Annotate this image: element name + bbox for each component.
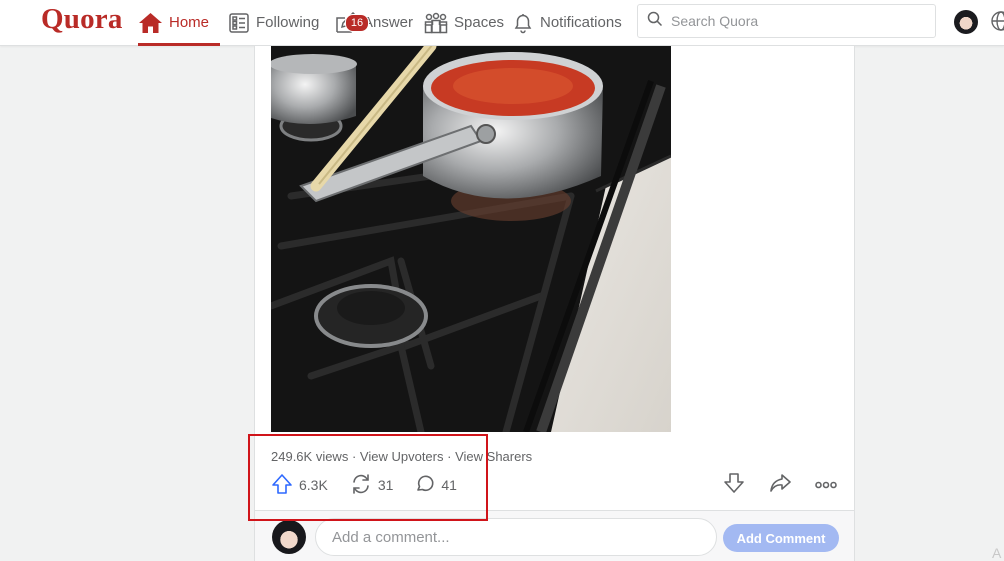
upvote-button[interactable]: 6.3K (271, 473, 328, 498)
nav-answer[interactable]: 16 Answer (335, 0, 413, 45)
add-comment-button[interactable]: Add Comment (723, 524, 839, 552)
search-box[interactable] (637, 4, 936, 38)
globe-icon[interactable] (990, 10, 1004, 32)
upvote-count: 6.3K (299, 477, 328, 493)
share-external-button[interactable] (768, 473, 792, 497)
reshare-icon (350, 473, 372, 498)
nav-notifications[interactable]: Notifications (512, 0, 622, 45)
search-icon (647, 11, 663, 32)
profile-avatar[interactable] (954, 10, 978, 34)
answer-notification-badge: 16 (345, 13, 369, 32)
nav-home-label: Home (169, 14, 210, 31)
view-sharers-link[interactable]: View Sharers (455, 449, 532, 464)
top-navigation-bar: Quora Home Following 16 Answer Spaces No… (0, 0, 1004, 46)
secondary-actions (700, 472, 838, 499)
nav-following-label: Following (256, 14, 320, 31)
nav-notifications-label: Notifications (540, 14, 622, 31)
user-avatar (272, 520, 306, 554)
share-count: 31 (377, 477, 394, 493)
bell-icon (512, 12, 534, 34)
nav-spaces[interactable]: Spaces (424, 0, 504, 45)
answer-card: 249.6K views · View Upvoters · View Shar… (254, 46, 855, 561)
comment-bubble-icon (415, 474, 435, 497)
more-dots-icon (815, 476, 837, 494)
stats-separator: · (351, 449, 357, 464)
home-icon (138, 12, 163, 34)
active-tab-underline (138, 43, 220, 46)
views-count: 249.6K views (271, 449, 349, 464)
nav-spaces-label: Spaces (454, 14, 505, 31)
corner-text: A (992, 545, 1002, 561)
search-input[interactable] (669, 12, 923, 30)
downvote-button[interactable] (722, 472, 746, 499)
quora-logo[interactable]: Quora (41, 3, 123, 36)
view-upvoters-link[interactable]: View Upvoters (360, 449, 444, 464)
nav-following[interactable]: Following (228, 0, 319, 45)
comment-input[interactable] (315, 518, 717, 556)
nav-answer-label: Answer (363, 14, 414, 31)
nav-home[interactable]: Home (138, 0, 220, 46)
comment-composer: Add Comment (255, 511, 854, 561)
answer-icon: 16 (335, 11, 369, 34)
spaces-icon (424, 12, 448, 34)
more-options-button[interactable] (814, 473, 838, 497)
comments-button[interactable]: 41 (415, 474, 457, 497)
share-arrow-icon (769, 472, 791, 499)
following-icon (228, 12, 250, 34)
share-button[interactable]: 31 (350, 473, 394, 498)
post-actions: 6.3K 31 41 (271, 472, 479, 498)
stats-separator: · (447, 449, 452, 464)
comment-count: 41 (441, 477, 457, 493)
upvote-arrow-icon (271, 473, 293, 498)
downvote-arrow-icon (723, 472, 745, 499)
post-image[interactable] (271, 46, 671, 432)
post-stats: 249.6K views · View Upvoters · View Shar… (271, 449, 532, 464)
